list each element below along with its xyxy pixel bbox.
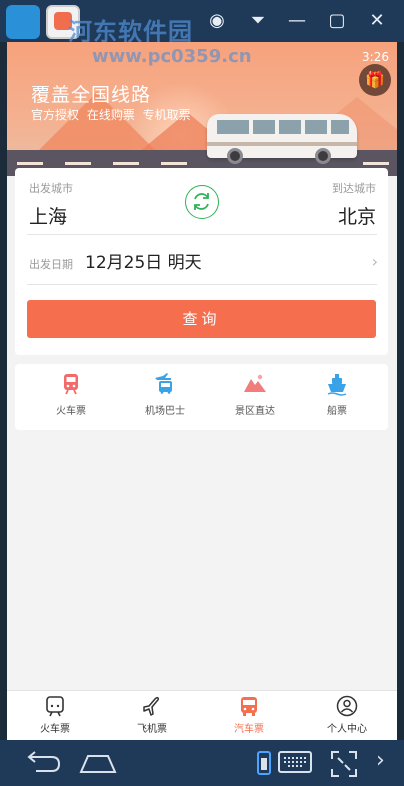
depart-date-value[interactable]: 12月25日 明天 [85,248,202,273]
search-card: 出发城市 上海 到达城市 北京 出发日期 12月25日 明天 › 查询 [15,168,388,355]
watermark-url-text: www.pc0359.cn [92,46,252,67]
rotate-screen-icon[interactable] [256,750,272,776]
fullscreen-icon[interactable] [330,750,358,778]
category-label: 景区直达 [235,406,275,417]
chevron-right-icon[interactable]: › [372,252,378,271]
train-icon [64,374,78,395]
nav-label: 飞机票 [137,724,167,735]
nav-label: 个人中心 [327,724,367,735]
back-icon[interactable] [22,750,62,776]
bus-icon [241,697,257,716]
divider [27,234,377,235]
dropdown-icon[interactable]: ⏷ [245,8,271,34]
depart-city[interactable]: 上海 [29,202,67,229]
home-icon[interactable] [78,750,118,776]
category-ship[interactable]: 船票 [297,372,377,424]
scenic-mountain-icon [244,374,266,392]
nav-tab-plane[interactable]: 飞机票 [107,695,197,739]
bottom-nav: 火车票 飞机票 汽车票 个人中心 [7,690,397,740]
divider [27,284,377,285]
category-label: 船票 [327,406,347,417]
road-dash [161,162,187,165]
account-icon[interactable]: ◉ [204,8,230,34]
category-label: 火车票 [56,406,86,417]
banner-slogan: 覆盖全国线路 [31,84,152,106]
airport-bus-icon [155,373,172,394]
category-label: 机场巴士 [145,406,185,417]
road-dash [363,162,389,165]
close-icon[interactable]: ✕ [364,8,390,34]
depart-city-label: 出发城市 [29,182,73,195]
phone-screen: 3:26 🎁 覆盖全国线路 官方授权 在线购票 专机取票 出发城市 上海 到达城… [7,42,397,740]
status-time: 3:26 [362,50,389,64]
nav-label: 汽车票 [234,724,264,735]
emulator-home-app-icon[interactable] [6,5,40,39]
nav-tab-train[interactable]: 火车票 [10,695,100,739]
category-train[interactable]: 火车票 [31,372,111,424]
arrive-city[interactable]: 北京 [338,202,376,229]
swap-icon [194,193,209,210]
ship-icon [327,374,347,396]
person-icon [336,695,358,717]
nav-label: 火车票 [40,724,70,735]
road-dash [17,162,43,165]
train-front-icon [46,696,64,717]
query-button[interactable]: 查询 [27,300,376,338]
minimize-icon[interactable]: — [284,8,310,34]
emulator-bottom-bar: › [0,740,404,786]
nav-tab-profile[interactable]: 个人中心 [302,695,392,739]
maximize-icon[interactable]: ▢ [324,8,350,34]
road-dash [65,162,91,165]
banner-sub-slogan: 官方授权 在线购票 专机取票 [31,108,191,122]
arrive-city-label: 到达城市 [332,182,376,195]
chevron-right-icon[interactable]: › [376,748,385,773]
emulator-top-bar: 河东软件园 ◉ ⏷ — ▢ ✕ [0,0,404,46]
bus-wheel [227,148,243,164]
keyboard-icon[interactable] [278,750,312,774]
nav-tab-bus[interactable]: 汽车票 [204,695,294,739]
bus-wheel [315,148,331,164]
gift-icon[interactable]: 🎁 [359,64,391,96]
depart-date-label: 出发日期 [29,258,73,271]
banner-bus-illustration [207,114,357,164]
category-row: 火车票 机场巴士 景区直达 船票 [15,364,388,430]
road-dash [113,162,139,165]
swap-cities-button[interactable] [185,185,219,219]
plane-icon [143,696,160,716]
category-airport-bus[interactable]: 机场巴士 [125,372,205,424]
category-scenic[interactable]: 景区直达 [215,372,295,424]
